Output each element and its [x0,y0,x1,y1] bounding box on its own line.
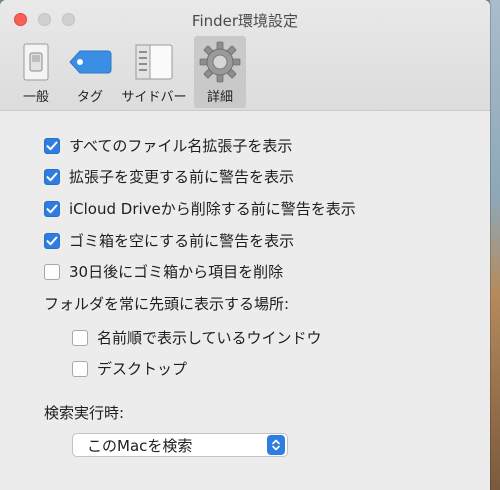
updown-arrows-icon [267,435,285,455]
option-show-extensions[interactable]: すべてのファイル名拡張子を表示 [44,135,292,156]
sidebar-icon [130,40,178,84]
checkbox-checked[interactable] [44,232,60,249]
search-scope-value: このMacを検索 [87,436,193,455]
checkbox-unchecked[interactable] [44,263,60,280]
checkbox-checked[interactable] [44,200,60,217]
option-folders-top-desktop[interactable]: デスクトップ [72,358,187,379]
option-folders-top-name-sort[interactable]: 名前順で表示しているウインドウ [72,327,322,348]
option-label: ゴミ箱を空にする前に警告を表示 [69,232,295,250]
titlebar: Finder環境設定 一般 タグ サイドバー 詳細 [0,0,490,111]
switch-icon [12,40,60,84]
folders-on-top-heading: フォルダを常に先頭に表示する場所: [44,295,290,313]
option-label: すべてのファイル名拡張子を表示 [69,137,293,155]
toolbar-tab-sidebar[interactable]: サイドバー [120,36,188,108]
checkmark-icon [46,204,58,213]
toolbar-tab-general[interactable]: 一般 [12,36,60,108]
tag-icon [66,40,114,84]
window-title: Finder環境設定 [191,12,299,30]
toolbar-tab-advanced[interactable]: 詳細 [194,36,246,108]
toolbar-label-advanced: 詳細 [206,90,233,105]
option-remove-trash-30-days[interactable]: 30日後にゴミ箱から項目を削除 [44,261,283,282]
option-warn-icloud-remove[interactable]: iCloud Driveから削除する前に警告を表示 [44,198,356,219]
preferences-content: すべてのファイル名拡張子を表示 拡張子を変更する前に警告を表示 iCloud D… [0,111,490,490]
option-label: デスクトップ [97,360,188,378]
option-label: 名前順で表示しているウインドウ [97,329,322,347]
checkmark-icon [46,141,58,150]
option-warn-extension-change[interactable]: 拡張子を変更する前に警告を表示 [44,166,294,187]
option-warn-empty-trash[interactable]: ゴミ箱を空にする前に警告を表示 [44,230,294,251]
checkbox-unchecked[interactable] [72,360,88,377]
option-label: 拡張子を変更する前に警告を表示 [69,168,295,186]
search-heading: 検索実行時: [44,404,125,422]
toolbar-label-tags: タグ [76,90,103,105]
checkbox-checked[interactable] [44,168,60,185]
search-scope-select[interactable]: このMacを検索 [72,433,288,457]
option-label: iCloud Driveから削除する前に警告を表示 [69,200,356,218]
toolbar-label-sidebar: サイドバー [121,90,187,105]
desktop-background [490,0,500,490]
checkmark-icon [46,172,58,181]
option-label: 30日後にゴミ箱から項目を削除 [69,263,284,281]
finder-preferences-window: Finder環境設定 一般 タグ サイドバー 詳細 すべてのファイル名拡張子を表… [0,0,490,490]
gear-icon [196,40,244,84]
checkmark-icon [46,236,58,245]
toolbar-tab-tags[interactable]: タグ [66,36,114,108]
checkbox-unchecked[interactable] [72,329,88,346]
toolbar-label-general: 一般 [22,90,49,105]
checkbox-checked[interactable] [44,137,60,154]
